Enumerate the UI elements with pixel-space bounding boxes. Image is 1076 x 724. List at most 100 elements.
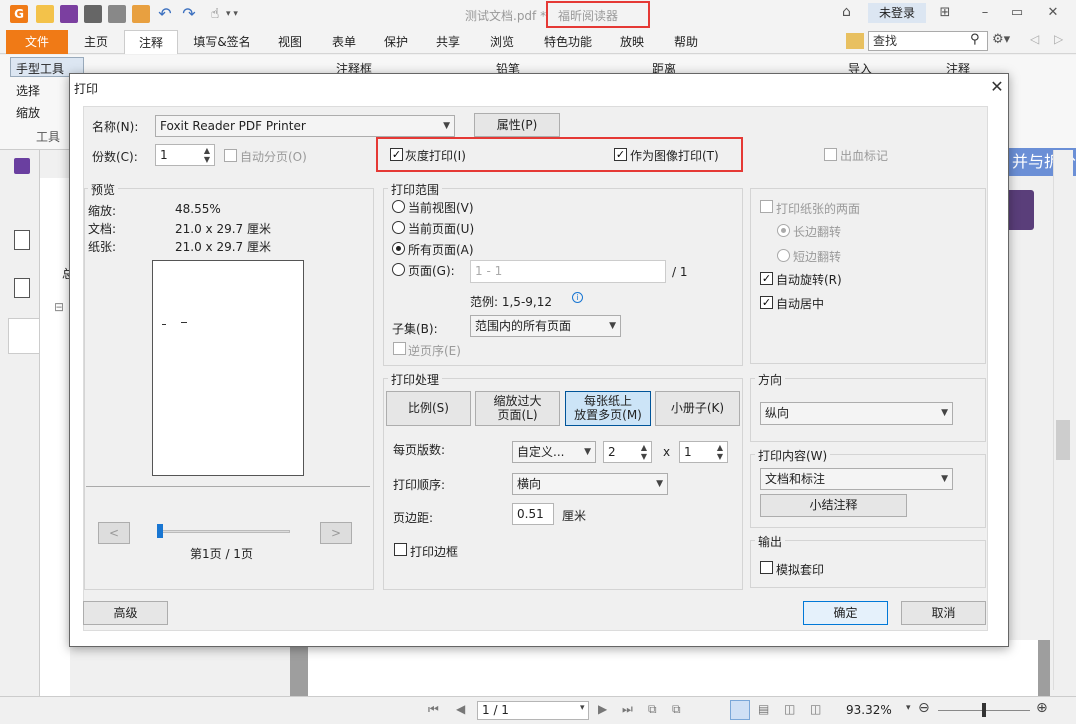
tab-browse[interactable]: 浏览 [480,30,524,54]
pages-radio[interactable] [392,263,405,276]
continuous-facing-icon[interactable]: ◫ [810,702,821,716]
zoom-slider-thumb[interactable] [982,703,986,717]
dialog-close-icon[interactable]: ✕ [986,76,1008,98]
nav-forward-icon[interactable]: ▷ [1054,32,1063,46]
tab-file[interactable]: 文件 [6,30,68,54]
hand-tool-icon[interactable]: ☝ [206,5,224,23]
tab-view[interactable]: 视图 [268,30,312,54]
pages-per-sheet-select[interactable]: 自定义... ▼ [512,441,596,463]
collapse-icon[interactable]: ⊟ [54,300,64,314]
preview-slider-thumb[interactable] [157,524,163,538]
next-view-icon[interactable]: ⧉ [672,702,681,717]
pages-range-input[interactable]: 1 - 1 [470,260,666,283]
booklet-button[interactable]: 小册子(K) [655,391,740,426]
zoom-out-icon[interactable]: ⊖ [918,700,930,716]
zoom-level[interactable]: 93.32% [846,703,892,717]
find-panel-icon[interactable] [846,33,864,49]
copies-spinner[interactable]: ▲ ▼ [201,146,213,164]
tab-annotate[interactable]: 注释 [124,30,178,54]
print-border-checkbox[interactable] [394,543,407,556]
margin-input[interactable]: 0.51 [512,503,554,525]
hand-tool-button[interactable]: 手型工具 [16,60,64,77]
restore-layout-icon[interactable]: ⊞ [934,4,956,22]
tab-home[interactable]: 主页 [74,30,118,54]
search-icon[interactable]: ⚲ [970,32,980,47]
zoom-in-icon[interactable]: ⊕ [1036,700,1048,716]
new-doc-icon[interactable] [132,5,150,23]
facing-page-icon[interactable]: ◫ [784,702,795,716]
printer-properties-button[interactable]: 属性(P) [474,113,560,137]
fit-oversized-button[interactable]: 缩放过大 页面(L) [475,391,560,426]
info-icon[interactable]: i [572,292,583,303]
print-content-select[interactable]: 文档和标注 ▼ [760,468,953,490]
pages-icon[interactable] [14,278,30,298]
auto-rotate-checkbox[interactable]: ✓ [760,272,773,285]
customize-dropdown-icon[interactable]: ▾ ▾ [226,5,244,23]
grayscale-checkbox[interactable]: ✓ [390,148,403,161]
tab-features[interactable]: 特色功能 [536,30,600,54]
both-sides-checkbox[interactable] [760,200,773,213]
cancel-button[interactable]: 取消 [901,601,986,625]
collate-checkbox[interactable] [224,149,237,162]
columns-spinner[interactable]: ▲ ▼ [638,443,650,461]
comments-icon[interactable] [8,318,40,354]
rows-spinner[interactable]: ▲ ▼ [714,443,726,461]
reverse-order-checkbox[interactable] [393,342,406,355]
tab-protect[interactable]: 保护 [374,30,418,54]
prev-page-icon[interactable]: ◀ [456,702,465,716]
multiple-pages-button[interactable]: 每张纸上 放置多页(M) [565,391,651,426]
auto-center-checkbox[interactable]: ✓ [760,296,773,309]
summarize-comments-button[interactable]: 小结注释 [760,494,907,517]
tab-share[interactable]: 共享 [426,30,470,54]
all-pages-radio[interactable] [392,242,405,255]
continuous-page-icon[interactable]: ▤ [758,702,769,716]
subset-select[interactable]: 范围内的所有页面 ▼ [470,315,621,337]
current-page-radio[interactable] [392,221,405,234]
short-edge-radio[interactable] [777,249,790,262]
print-order-select[interactable]: 横向 ▼ [512,473,668,495]
tab-help[interactable]: 帮助 [664,30,708,54]
select-tool-button[interactable]: 选择 [16,82,40,99]
printer-select[interactable]: Foxit Reader PDF Printer ▼ [155,115,455,137]
next-page-icon[interactable]: ▶ [598,702,607,716]
preview-page-slider[interactable] [158,530,290,533]
nav-back-icon[interactable]: ◁ [1030,32,1039,46]
ok-button[interactable]: 确定 [803,601,888,625]
skin-icon[interactable]: ⌂ [842,4,851,20]
page-dropdown-icon[interactable]: ▾ [580,703,585,713]
simulate-overprint-checkbox[interactable] [760,561,773,574]
print-as-image-checkbox[interactable]: ✓ [614,148,627,161]
login-button[interactable]: 未登录 [868,3,926,23]
tab-fill-sign[interactable]: 填写&签名 [186,30,258,54]
page-thumbnail-icon[interactable] [14,230,30,250]
advanced-button[interactable]: 高级 [83,601,168,625]
long-edge-radio[interactable] [777,224,790,237]
zoom-dropdown-icon[interactable]: ▾ [906,703,911,713]
current-view-radio[interactable] [392,200,405,213]
orientation-select[interactable]: 纵向 ▼ [760,402,953,425]
settings-gear-icon[interactable]: ⚙▾ [992,32,1010,47]
annotation-panel-icon[interactable] [14,158,30,174]
tab-slideshow[interactable]: 放映 [610,30,654,54]
preview-next-button[interactable]: > [320,522,352,544]
open-folder-icon[interactable] [36,5,54,23]
preview-prev-button[interactable]: < [98,522,130,544]
first-page-icon[interactable]: ⏮ [428,702,439,717]
bleed-checkbox[interactable] [824,148,837,161]
maximize-button[interactable]: ▭ [1006,4,1028,22]
email-icon[interactable] [108,5,126,23]
redo-icon[interactable]: ↷ [180,5,198,23]
undo-icon[interactable]: ↶ [156,5,174,23]
page-number-input[interactable]: 1 / 1 [477,701,589,720]
single-page-icon[interactable] [730,700,750,720]
last-page-icon[interactable]: ⏭ [622,702,633,717]
scrollbar-thumb[interactable] [1056,420,1070,460]
minimize-button[interactable]: – [974,4,996,22]
zoom-tool-button[interactable]: 缩放 [16,104,40,121]
tab-forms[interactable]: 表单 [322,30,366,54]
scale-button[interactable]: 比例(S) [386,391,471,426]
close-window-button[interactable]: ✕ [1042,4,1064,22]
save-icon[interactable] [60,5,78,23]
print-icon[interactable] [84,5,102,23]
prev-view-icon[interactable]: ⧉ [648,702,657,717]
